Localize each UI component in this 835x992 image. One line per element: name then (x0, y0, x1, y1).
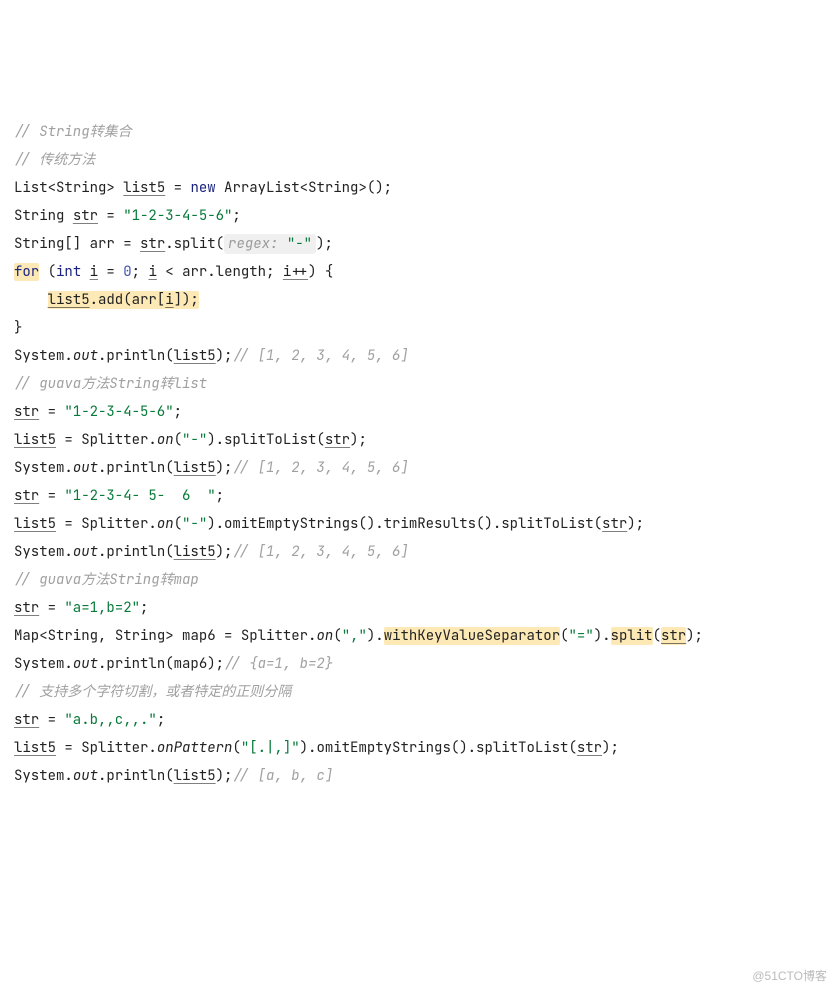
code-line: System.out.println(list5);// [1, 2, 3, 4… (14, 347, 409, 365)
code-line: list5.add(arr[i]); (14, 291, 199, 309)
code-line: str = "1-2-3-4-5-6"; (14, 403, 182, 421)
code-block: // String转集合 // 传统方法 List<String> list5 … (14, 118, 821, 790)
code-line: System.out.println(list5);// [1, 2, 3, 4… (14, 543, 409, 561)
code-line: Map<String, String> map6 = Splitter.on("… (14, 627, 703, 645)
code-line: String str = "1-2-3-4-5-6"; (14, 207, 241, 225)
comment-line: // 支持多个字符切割，或者特定的正则分隔 (14, 683, 291, 701)
watermark: @51CTO博客 (752, 964, 827, 988)
code-line: str = "1-2-3-4- 5- 6 "; (14, 487, 224, 505)
code-line: System.out.println(list5);// [a, b, c] (14, 767, 333, 785)
code-line: System.out.println(map6);// {a=1, b=2} (14, 655, 333, 673)
comment-line: // guava方法String转map (14, 571, 199, 589)
code-line: List<String> list5 = new ArrayList<Strin… (14, 179, 392, 197)
comment-line: // guava方法String转list (14, 375, 207, 393)
code-line: String[] arr = str.split(regex: "-"); (14, 234, 333, 254)
code-line: list5 = Splitter.on("-").splitToList(str… (14, 431, 367, 449)
code-line: str = "a.b,,c,,."; (14, 711, 165, 729)
code-line: } (14, 319, 22, 337)
comment-line: // String转集合 (14, 123, 132, 141)
code-line: list5 = Splitter.onPattern("[.|,]").omit… (14, 739, 619, 757)
code-line: System.out.println(list5);// [1, 2, 3, 4… (14, 459, 409, 477)
comment-line: // 传统方法 (14, 151, 95, 169)
code-line: str = "a=1,b=2"; (14, 599, 148, 617)
code-line: for (int i = 0; i < arr.length; i++) { (14, 263, 333, 281)
code-line: list5 = Splitter.on("-").omitEmptyString… (14, 515, 644, 533)
